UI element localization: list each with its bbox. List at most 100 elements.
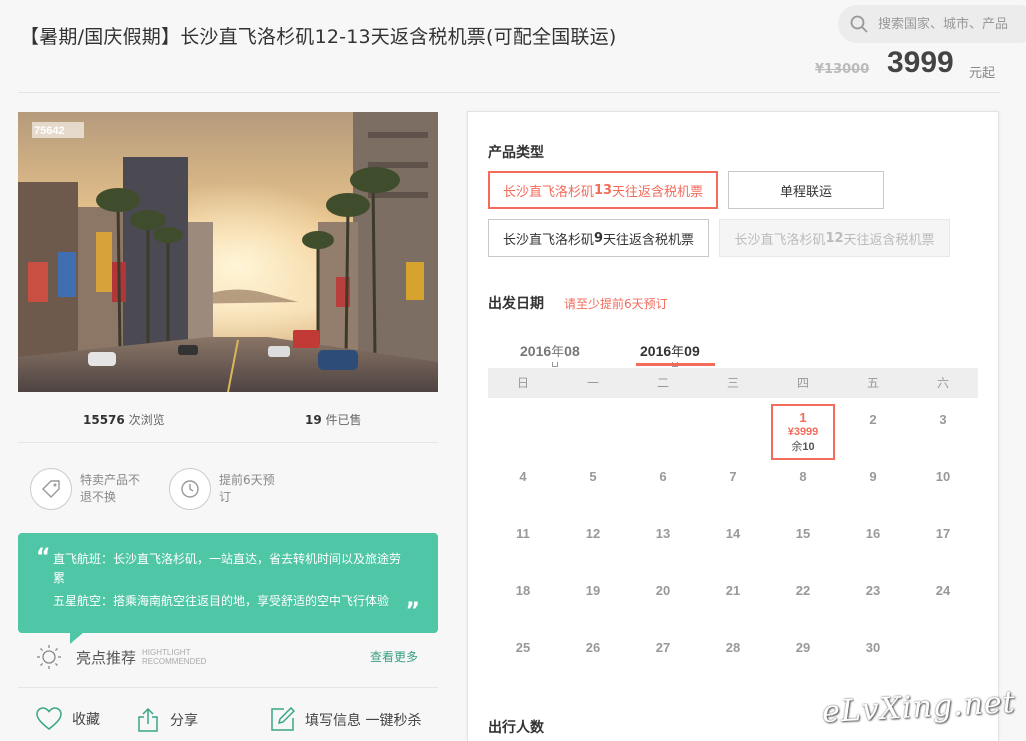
sold-count: 19 — [305, 413, 322, 427]
active-month-indicator — [636, 363, 715, 366]
calendar-day: 14 — [725, 526, 741, 541]
highlights-header: 亮点推荐 HIGHTLIGHT RECOMMENDED 查看更多 — [36, 643, 436, 671]
day-price: ¥3999 — [787, 426, 819, 438]
weekday: 三 — [726, 376, 739, 390]
calendar-day: 25 — [515, 640, 531, 655]
divider — [18, 92, 1000, 93]
weekday: 二 — [656, 376, 669, 390]
weekday: 六 — [936, 376, 949, 390]
heart-icon — [36, 707, 62, 730]
quote-line: 直飞航班：长沙直飞洛杉矶，一站直达，省去转机时间以及旅途劳累 — [53, 552, 402, 585]
fill-info-button[interactable]: 填写信息 一键秒杀 — [270, 707, 421, 732]
calendar-day: 22 — [795, 583, 811, 598]
highlight-quote: “ 直飞航班：长沙直飞洛杉矶，一站直达，省去转机时间以及旅途劳累 五星航空：搭乘… — [18, 533, 438, 644]
calendar-day-available[interactable]: 1 ¥3999 余10 — [771, 404, 835, 460]
calendar-day: 3 — [939, 412, 947, 427]
share-label: 分享 — [170, 713, 198, 729]
weekday: 五 — [866, 376, 879, 390]
calendar-day: 9 — [869, 469, 877, 484]
highlights-title: 亮点推荐 — [76, 648, 137, 667]
day-number: 1 — [799, 410, 807, 425]
calendar-day: 27 — [655, 640, 671, 655]
views-label: 次浏览 — [128, 413, 165, 427]
close-quote-icon: ” — [405, 599, 420, 624]
favorite-button[interactable]: 收藏 — [36, 707, 100, 731]
booking-panel: 产品类型 长沙直飞洛杉矶 13 天往返含税机票 单程联运 长沙直飞洛杉矶 9 天往返含税… — [467, 111, 999, 741]
weekday: 四 — [796, 376, 809, 390]
price-unit: 元起 — [969, 66, 996, 81]
booking-hint: 请至少提前6天预订 — [564, 297, 668, 311]
product-type-title: 产品类型 — [488, 145, 544, 161]
view-more-link[interactable]: 查看更多 — [370, 648, 418, 665]
sold-stat: 19 件已售 — [305, 411, 362, 428]
share-button[interactable]: 分享 — [136, 707, 198, 733]
calendar-empty — [698, 404, 768, 461]
calendar-day: 21 — [725, 583, 741, 598]
tag-icon — [42, 480, 60, 498]
product-photo: 75642 — [18, 112, 438, 392]
original-price: ¥13000 — [815, 62, 870, 77]
calendar-day: 10 — [935, 469, 951, 484]
views-stat: 15576 次浏览 — [83, 411, 165, 428]
weekday: 一 — [586, 376, 599, 390]
divider — [18, 687, 438, 688]
favorite-label: 收藏 — [72, 712, 100, 728]
feature-no-refund: 特卖产品不退不换 — [30, 468, 144, 510]
option-13-day[interactable]: 长沙直飞洛杉矶 13 天往返含税机票 — [488, 171, 718, 209]
calendar-day: 17 — [935, 526, 951, 541]
month-tab-aug[interactable]: 2016年08 — [520, 341, 580, 360]
weekday-header: 日 一 二 三 四 五 六 — [488, 368, 978, 398]
calendar-day: 28 — [725, 640, 741, 655]
calendar-day: 23 — [865, 583, 881, 598]
calendar-day: 19 — [585, 583, 601, 598]
current-price: 3999 — [887, 46, 954, 79]
calendar-day: 15 — [795, 526, 811, 541]
calendar-grid: 1 ¥3999 余10 2 3 4 5 6 7 8 9 10 11 12 13 14 15 16 17 18 19 20 2… — [488, 404, 978, 689]
stats-bar: 15576 次浏览 19 件已售 — [18, 393, 438, 443]
views-count: 15576 — [83, 413, 125, 427]
option-12-day: 长沙直飞洛杉矶 12 天往返含税机票 — [719, 219, 950, 257]
departure-date-title: 出发日期 — [488, 296, 544, 312]
calendar-day: 30 — [865, 640, 881, 655]
calendar-empty — [628, 404, 698, 461]
clock-icon — [181, 480, 199, 498]
calendar-day: 16 — [865, 526, 881, 541]
calendar-empty — [558, 404, 628, 461]
calendar-day: 20 — [655, 583, 671, 598]
travelers-title: 出行人数 — [488, 720, 544, 736]
calendar-day: 11 — [516, 526, 530, 541]
calendar-day: 26 — [585, 640, 601, 655]
weekday: 日 — [516, 376, 529, 390]
calendar-day: 4 — [519, 469, 527, 484]
search-box[interactable] — [838, 5, 1026, 43]
highlights-subtitle: HIGHTLIGHT RECOMMENDED — [142, 648, 207, 666]
option-one-way[interactable]: 单程联运 — [728, 171, 884, 209]
calendar-day: 5 — [589, 469, 597, 484]
quote-line: 五星航空：搭乘海南航空往返目的地，享受舒适的空中飞行体验 — [53, 594, 390, 608]
calendar-empty — [488, 404, 558, 461]
sun-icon — [37, 645, 61, 669]
month-tab-sep[interactable]: 2016年09 — [640, 341, 700, 360]
search-icon[interactable] — [850, 15, 868, 33]
calendar-day: 7 — [729, 469, 737, 484]
calendar-day: 24 — [935, 583, 951, 598]
search-input[interactable] — [878, 16, 1026, 32]
feature-book-ahead: 提前6天预订 — [169, 468, 283, 510]
sold-label: 件已售 — [325, 413, 362, 427]
calendar-day: 2 — [869, 412, 877, 427]
calendar-day: 12 — [585, 526, 601, 541]
open-quote-icon: “ — [36, 545, 51, 570]
calendar-day: 29 — [795, 640, 811, 655]
calendar-day: 6 — [659, 469, 667, 484]
feature-text: 特卖产品不退不换 — [80, 473, 141, 504]
month-notch — [552, 362, 558, 367]
option-9-day[interactable]: 长沙直飞洛杉矶 9 天往返含税机票 — [488, 219, 709, 257]
calendar-day: 8 — [799, 469, 807, 484]
fill-info-label: 填写信息 一键秒杀 — [305, 712, 422, 729]
page-title: 【暑期/国庆假期】长沙直飞洛杉矶12-13天返含税机票(可配全国联运) — [20, 26, 617, 48]
calendar-day: 13 — [655, 526, 671, 541]
day-remaining: 余10 — [791, 441, 815, 453]
edit-icon — [271, 707, 295, 731]
calendar-day: 18 — [515, 583, 531, 598]
share-icon — [138, 707, 158, 732]
